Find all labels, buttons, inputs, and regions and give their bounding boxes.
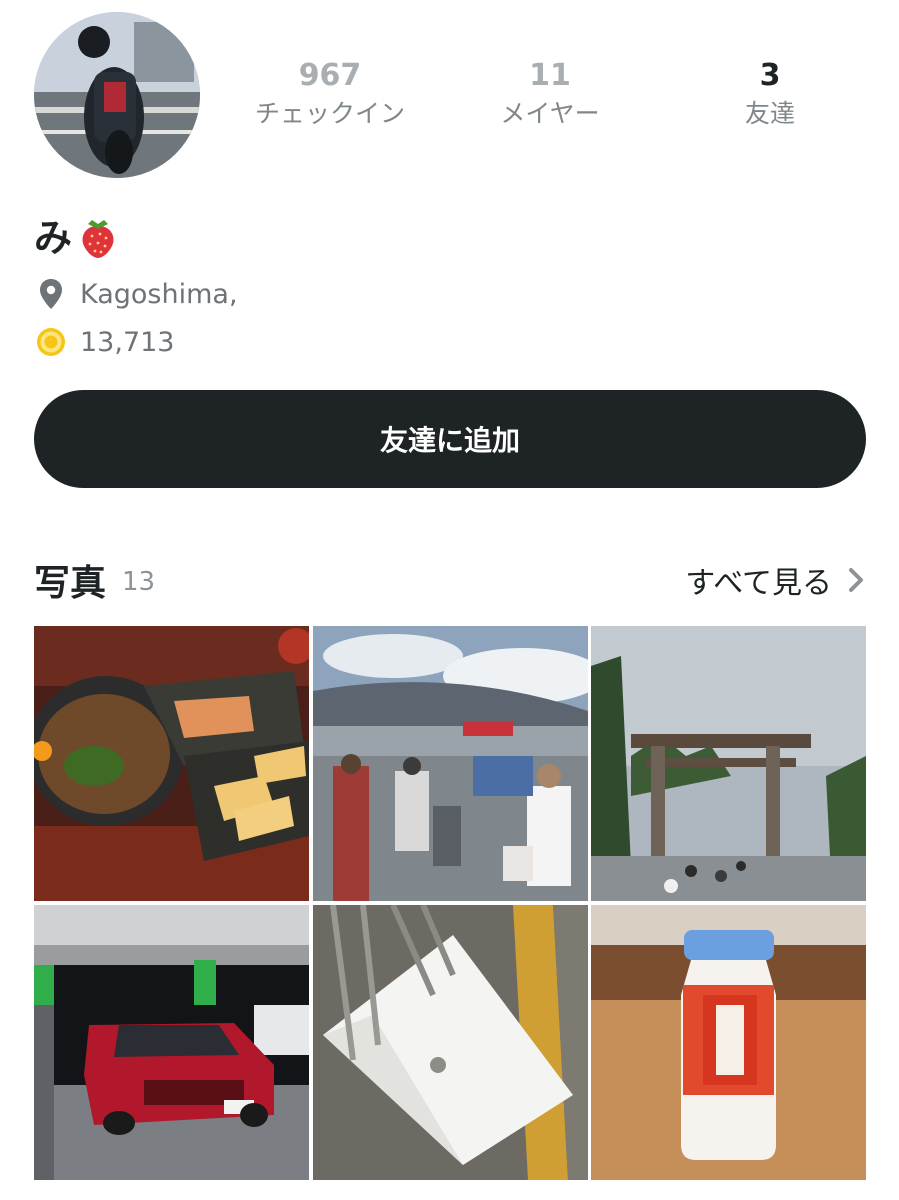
photo-red-car-image xyxy=(34,905,309,1180)
photos-title: 写真 xyxy=(34,563,107,604)
location-pin-icon xyxy=(34,276,68,312)
stat-label: 友達 xyxy=(744,99,795,128)
photo-grid xyxy=(34,626,866,1180)
coins-row: 13,713 xyxy=(34,324,174,360)
photo-food[interactable] xyxy=(34,626,309,901)
see-all-link[interactable]: すべて見る xyxy=(685,558,866,602)
chevron-right-icon xyxy=(846,565,866,595)
stat-checkins[interactable]: 967 チェックイン xyxy=(220,56,440,146)
photo-torii-gate-image xyxy=(591,626,866,901)
photo-paper-bag-image xyxy=(312,905,588,1180)
photos-count: 13 xyxy=(122,567,156,597)
stats-row: 967 チェックイン 11 メイヤー 3 友達 xyxy=(220,56,880,146)
strawberry-icon xyxy=(78,216,118,260)
coins-text: 13,713 xyxy=(80,326,175,358)
location-row: Kagoshima, xyxy=(34,276,238,312)
photo-milk-bottle[interactable] xyxy=(591,905,866,1180)
photo-suzuka-circuit[interactable] xyxy=(312,626,588,901)
stat-value: 11 xyxy=(529,58,571,93)
stat-label: メイヤー xyxy=(500,99,600,128)
stat-value: 3 xyxy=(759,58,781,93)
photo-food-image xyxy=(34,626,309,901)
stat-label: チェックイン xyxy=(254,99,405,128)
coin-icon xyxy=(34,324,68,360)
stat-value: 967 xyxy=(298,58,362,93)
add-friend-button[interactable]: 友達に追加 xyxy=(34,390,866,488)
avatar-image xyxy=(34,12,200,178)
photo-paper-bag[interactable] xyxy=(312,905,588,1180)
add-friend-label: 友達に追加 xyxy=(379,424,520,457)
photo-milk-bottle-image xyxy=(591,905,866,1180)
avatar[interactable] xyxy=(34,12,200,178)
stat-friends[interactable]: 3 友達 xyxy=(660,56,880,146)
photo-torii-gate[interactable] xyxy=(591,626,866,901)
see-all-label: すべて見る xyxy=(685,566,832,601)
stat-mayorships[interactable]: 11 メイヤー xyxy=(440,56,660,146)
photo-red-car[interactable] xyxy=(34,905,309,1180)
location-text: Kagoshima, xyxy=(80,278,238,310)
username-text: み xyxy=(34,216,73,260)
photo-suzuka-circuit-image xyxy=(312,626,588,901)
photos-header: 写真 13 すべて見る xyxy=(34,552,866,608)
username: み xyxy=(34,212,118,264)
